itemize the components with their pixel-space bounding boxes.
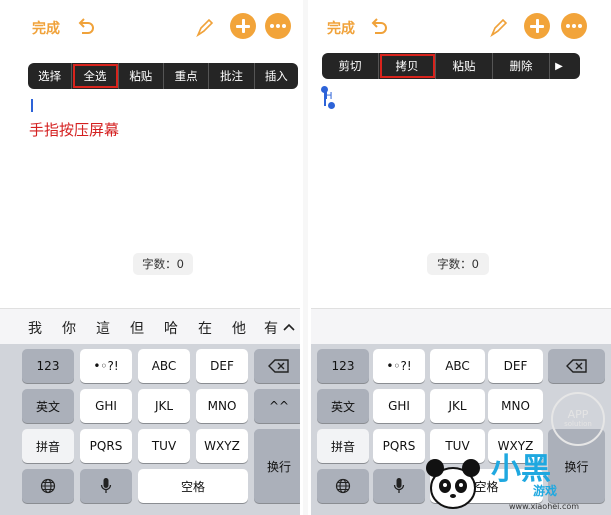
key-abc[interactable]: ABC (430, 349, 485, 383)
top-toolbar: 完成 (0, 10, 300, 44)
more-icon[interactable] (265, 13, 291, 39)
key-english[interactable]: 英文 (22, 389, 74, 423)
mic-icon (393, 478, 405, 493)
candidate[interactable]: 他 (232, 318, 246, 338)
key-jkl[interactable]: JKL (430, 389, 485, 423)
return-key[interactable]: 换行 (254, 429, 300, 503)
mic-key[interactable] (80, 469, 132, 503)
key-pqrs[interactable]: PQRS (373, 429, 425, 463)
add-icon[interactable] (230, 13, 256, 39)
logo-subtitle: 游戏 (533, 484, 558, 498)
key-ghi[interactable]: GHI (373, 389, 425, 423)
candidate[interactable]: 但 (130, 318, 144, 338)
globe-key[interactable] (317, 469, 369, 503)
candidate[interactable]: 哈 (164, 318, 178, 338)
candidate[interactable]: 你 (62, 318, 76, 338)
menu-select[interactable]: 选择 (28, 63, 73, 89)
key-mno[interactable]: MNO (196, 389, 248, 423)
add-icon[interactable] (524, 13, 550, 39)
candidate[interactable]: 有 (264, 318, 278, 338)
watermark-line2: solution (564, 420, 592, 429)
candidate-bar: 我 你 這 但 哈 在 他 有 (0, 308, 300, 345)
key-ghi[interactable]: GHI (80, 389, 132, 423)
backspace-key[interactable] (548, 349, 605, 383)
selected-text: H (325, 91, 333, 102)
word-count: 字数：0 (427, 253, 489, 275)
panel-divider (303, 0, 308, 515)
candidate[interactable]: 這 (96, 318, 110, 338)
candidate[interactable]: 在 (198, 318, 212, 338)
key-mno[interactable]: MNO (488, 389, 543, 423)
key-pinyin[interactable]: 拼音 (22, 429, 74, 463)
key-english[interactable]: 英文 (317, 389, 369, 423)
globe-icon (40, 478, 56, 494)
annotation-text: 手指按压屏幕 (29, 121, 120, 139)
site-logo: 小黑 游戏 www.xiaohei.com (421, 444, 611, 515)
backspace-icon (268, 359, 289, 373)
key-jkl[interactable]: JKL (138, 389, 190, 423)
key-abc[interactable]: ABC (138, 349, 190, 383)
menu-cut[interactable]: 剪切 (322, 53, 379, 79)
key-def[interactable]: DEF (196, 349, 248, 383)
mic-key[interactable] (373, 469, 425, 503)
candidate-bar (311, 308, 611, 345)
menu-delete[interactable]: 删除 (493, 53, 550, 79)
logo-url: www.xiaohei.com (509, 502, 580, 511)
menu-insert[interactable]: 插入 (255, 63, 298, 89)
left-screen: 完成 选择 全选 粘贴 重点 批注 插入 手指按压屏幕 字数：0 我 你 這 但… (0, 0, 300, 515)
candidate[interactable]: 我 (28, 318, 42, 338)
keyboard: 123 •◦?! ABC DEF 英文 GHI JKL MNO ^^ 拼音 PQ… (0, 344, 300, 515)
backspace-icon (565, 359, 587, 373)
globe-icon (335, 478, 351, 494)
edit-menu: 剪切 拷贝 粘贴 删除 ▶ (322, 53, 580, 79)
menu-comment[interactable]: 批注 (209, 63, 255, 89)
mic-icon (100, 478, 112, 493)
top-toolbar: 完成 (311, 10, 611, 44)
menu-select-all[interactable]: 全选 (72, 63, 119, 89)
undo-icon[interactable] (369, 17, 389, 37)
menu-highlight[interactable]: 重点 (164, 63, 210, 89)
done-button[interactable]: 完成 (327, 18, 355, 38)
key-pinyin[interactable]: 拼音 (317, 429, 369, 463)
panda-icon (426, 459, 480, 509)
text-cursor (31, 99, 33, 112)
space-key[interactable]: 空格 (138, 469, 248, 503)
key-punct[interactable]: •◦?! (373, 349, 425, 383)
selection-handle-end[interactable] (328, 102, 335, 109)
menu-more-arrow-icon[interactable]: ▶ (550, 53, 568, 79)
menu-paste[interactable]: 粘贴 (119, 63, 164, 89)
pen-icon[interactable] (195, 16, 215, 38)
edit-menu: 选择 全选 粘贴 重点 批注 插入 (28, 63, 298, 89)
key-123[interactable]: 123 (22, 349, 74, 383)
key-tuv[interactable]: TUV (138, 429, 190, 463)
backspace-key[interactable] (254, 349, 300, 383)
key-emoticon[interactable]: ^^ (254, 389, 300, 423)
key-def[interactable]: DEF (488, 349, 543, 383)
more-icon[interactable] (561, 13, 587, 39)
key-punct[interactable]: •◦?! (80, 349, 132, 383)
chevron-up-icon[interactable] (282, 322, 296, 332)
key-123[interactable]: 123 (317, 349, 369, 383)
globe-key[interactable] (22, 469, 74, 503)
key-wxyz[interactable]: WXYZ (196, 429, 248, 463)
key-pqrs[interactable]: PQRS (80, 429, 132, 463)
menu-paste[interactable]: 粘贴 (436, 53, 493, 79)
menu-copy[interactable]: 拷贝 (379, 53, 436, 79)
word-count: 字数：0 (133, 253, 193, 275)
watermark: APP solution (551, 392, 605, 446)
pen-icon[interactable] (489, 16, 509, 38)
undo-icon[interactable] (76, 17, 96, 37)
done-button[interactable]: 完成 (32, 18, 60, 38)
